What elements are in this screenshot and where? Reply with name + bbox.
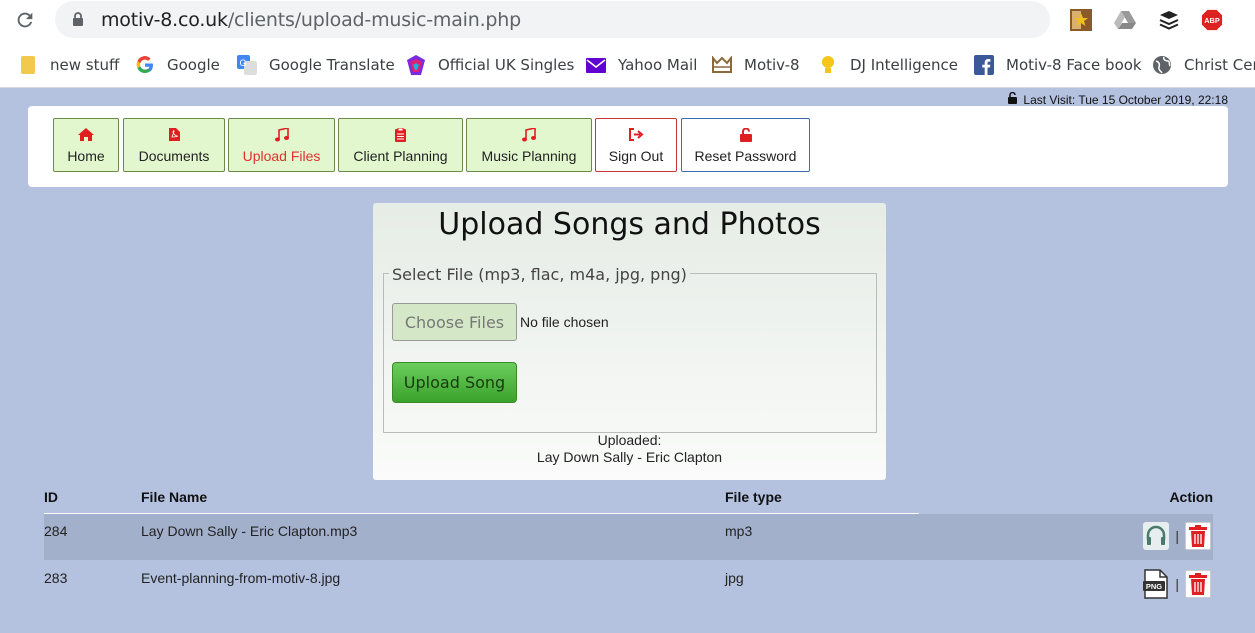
nav-music-planning-button[interactable]: Music Planning (466, 118, 592, 172)
bookmark-yahoo-mail[interactable]: Yahoo Mail (586, 53, 697, 77)
clipboard-icon (395, 127, 406, 144)
last-visit: Last Visit: Tue 15 October 2019, 22:18 (1007, 91, 1228, 107)
nav-documents-button[interactable]: Documents (123, 118, 225, 172)
cell-file-type: mp3 (725, 523, 753, 539)
adblock-plus-icon[interactable]: ABP (1201, 9, 1223, 31)
bookmark-new-stuff[interactable]: new stuff (18, 53, 119, 77)
delete-trash-icon[interactable] (1185, 522, 1211, 550)
upload-song-button[interactable]: Upload Song (392, 362, 517, 403)
upload-card: Upload Songs and Photos Select File (mp3… (373, 203, 886, 480)
yahoo-mail-icon (586, 55, 606, 75)
nav-upload-files-button[interactable]: Upload Files (228, 118, 335, 172)
google-drive-icon[interactable] (1114, 9, 1136, 31)
music-note-icon (274, 127, 289, 144)
unlock-icon (1007, 91, 1018, 107)
globe-icon (1152, 55, 1172, 75)
home-icon (78, 128, 94, 144)
sign-out-icon (628, 128, 644, 144)
header-id: ID (44, 489, 58, 505)
svg-text:PNG: PNG (1146, 582, 1162, 591)
nav-client-planning-button[interactable]: Client Planning (338, 118, 463, 172)
address-bar[interactable]: motiv-8.co.uk/clients/upload-music-main.… (55, 1, 1091, 38)
file-fieldset: Select File (mp3, flac, m4a, jpg, png) C… (383, 265, 877, 433)
cell-id: 283 (44, 570, 68, 586)
lock-icon (72, 12, 84, 32)
official-charts-icon (406, 55, 426, 75)
browser-toolbar: motiv-8.co.uk/clients/upload-music-main.… (0, 0, 1255, 40)
lightbulb-icon (818, 55, 838, 75)
cell-file-name: Lay Down Sally - Eric Clapton.mp3 (141, 523, 358, 539)
no-file-label: No file chosen (520, 314, 609, 330)
row-actions: | (1143, 522, 1211, 550)
google-icon (135, 55, 155, 75)
header-file-type: File type (725, 489, 782, 505)
bookmark-christ-cen[interactable]: Christ Cen (1152, 53, 1255, 77)
header-action: Action (1169, 489, 1213, 505)
folder-icon (18, 55, 38, 75)
motiv8-icon (712, 55, 732, 75)
file-legend: Select File (mp3, flac, m4a, jpg, png) (389, 265, 690, 284)
facebook-icon (974, 55, 994, 75)
uploaded-status: Uploaded: Lay Down Sally - Eric Clapton (373, 432, 886, 466)
bookmark-google-translate[interactable]: G Google Translate (237, 53, 395, 77)
table-row: 284 Lay Down Sally - Eric Clapton.mp3 mp… (44, 514, 1213, 560)
bookmark-motiv-8[interactable]: Motiv-8 (712, 53, 800, 77)
page-title: Upload Songs and Photos (438, 207, 821, 242)
buffer-icon[interactable] (1158, 9, 1180, 31)
cell-file-name: Event-planning-from-motiv-8.jpg (141, 570, 341, 586)
delete-trash-icon[interactable] (1185, 570, 1211, 598)
bookmark-motiv-8-facebook[interactable]: Motiv-8 Face book (974, 53, 1142, 77)
bookmarks-bar: new stuff Google G Google Translate Offi… (0, 40, 1255, 88)
star-ext-icon[interactable] (1070, 9, 1092, 31)
cell-id: 284 (44, 523, 68, 539)
google-translate-icon: G (237, 55, 257, 75)
reload-icon[interactable] (12, 7, 38, 33)
cell-file-type: jpg (725, 570, 744, 586)
bookmark-google[interactable]: Google (135, 53, 220, 77)
bookmark-dj-intelligence[interactable]: DJ Intelligence (818, 53, 958, 77)
bookmark-official-uk-singles[interactable]: Official UK Singles (406, 53, 574, 77)
table-row: 283 Event-planning-from-motiv-8.jpg jpg … (44, 561, 1213, 607)
choose-files-button[interactable]: Choose Files (392, 303, 517, 341)
pdf-icon (168, 128, 180, 144)
unlock-icon (739, 127, 752, 144)
url-text: motiv-8.co.uk/clients/upload-music-main.… (101, 9, 521, 31)
headphones-icon[interactable] (1143, 522, 1170, 550)
svg-text:ABP: ABP (1204, 16, 1220, 25)
nav-sign-out-button[interactable]: Sign Out (595, 118, 677, 172)
header-file-name: File Name (141, 489, 208, 505)
svg-text:G: G (239, 58, 246, 68)
main-navbar: Home Documents Upload Files Client Plann… (28, 106, 1228, 187)
nav-reset-password-button[interactable]: Reset Password (681, 118, 810, 172)
png-file-icon[interactable]: PNG (1143, 569, 1169, 599)
row-actions: PNG | (1143, 569, 1211, 599)
music-note-icon (522, 127, 536, 144)
uploaded-file-name: Lay Down Sally - Eric Clapton (536, 449, 723, 465)
nav-home-button[interactable]: Home (53, 118, 119, 172)
